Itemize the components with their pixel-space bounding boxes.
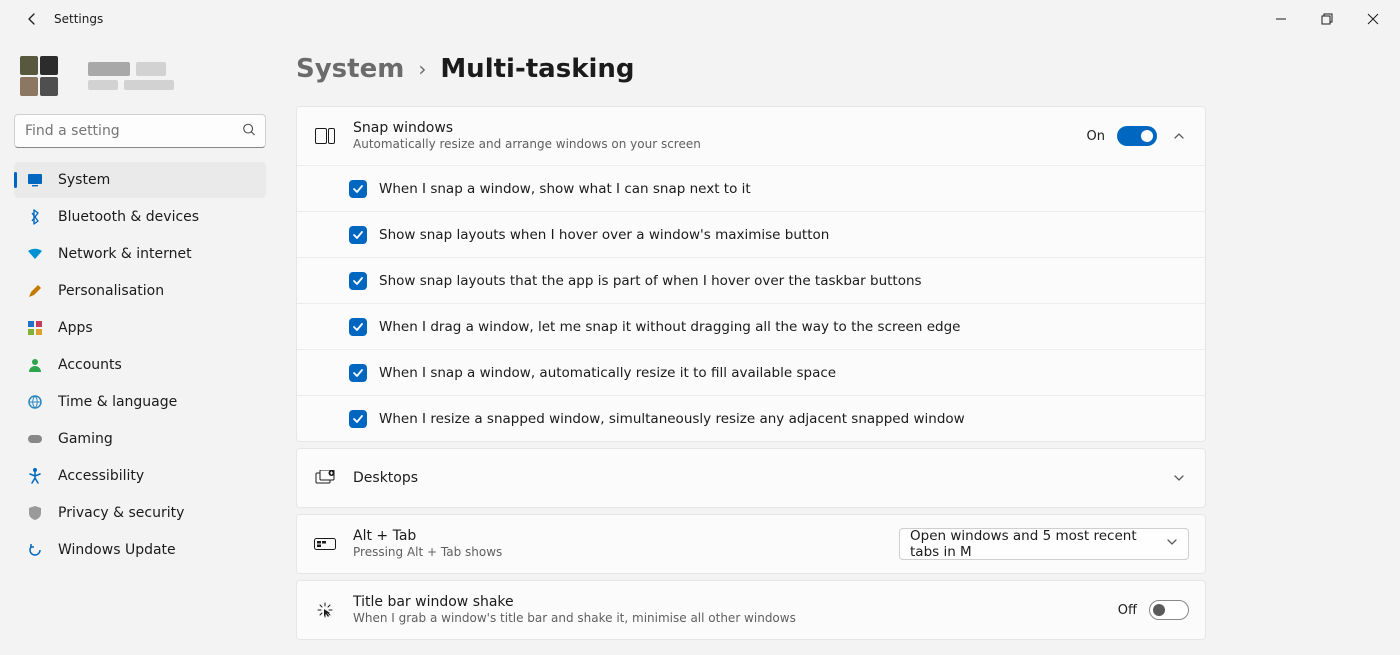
- search-input[interactable]: [14, 114, 266, 148]
- globe-icon: [26, 395, 44, 409]
- sidebar-item-label: Personalisation: [58, 283, 164, 299]
- alttab-card: Alt + Tab Pressing Alt + Tab shows Open …: [296, 514, 1206, 574]
- option-label: Show snap layouts when I hover over a wi…: [379, 227, 829, 243]
- sidebar-item-personalisation[interactable]: Personalisation: [14, 273, 266, 309]
- sidebar-item-network[interactable]: Network & internet: [14, 236, 266, 272]
- update-icon: [26, 543, 44, 557]
- alttab-icon: [313, 538, 337, 550]
- checkbox[interactable]: [349, 180, 367, 198]
- snap-toggle[interactable]: [1117, 126, 1157, 146]
- shake-toggle[interactable]: [1149, 600, 1189, 620]
- snap-option: When I resize a snapped window, simultan…: [297, 395, 1205, 441]
- sidebar-item-bluetooth[interactable]: Bluetooth & devices: [14, 199, 266, 235]
- snap-windows-header[interactable]: Snap windows Automatically resize and ar…: [297, 107, 1205, 165]
- option-label: When I snap a window, show what I can sn…: [379, 181, 751, 197]
- sidebar-item-label: Gaming: [58, 431, 113, 447]
- sidebar-item-label: Accessibility: [58, 468, 144, 484]
- sidebar-item-label: Apps: [58, 320, 93, 336]
- cursor-icon: [313, 601, 337, 619]
- desktops-title: Desktops: [353, 470, 1153, 486]
- back-button[interactable]: [16, 3, 48, 35]
- bluetooth-icon: [26, 209, 44, 225]
- chevron-up-icon[interactable]: [1169, 123, 1189, 150]
- accessibility-icon: [26, 468, 44, 484]
- option-label: Show snap layouts that the app is part o…: [379, 273, 922, 289]
- select-value: Open windows and 5 most recent tabs in M: [910, 528, 1166, 560]
- breadcrumb: System › Multi-tasking: [296, 54, 1376, 84]
- alttab-title: Alt + Tab: [353, 528, 883, 544]
- sidebar-item-apps[interactable]: Apps: [14, 310, 266, 346]
- main-content: System › Multi-tasking Snap windows Auto…: [280, 38, 1400, 655]
- checkbox[interactable]: [349, 318, 367, 336]
- sidebar-item-system[interactable]: System: [14, 162, 266, 198]
- sidebar-item-accounts[interactable]: Accounts: [14, 347, 266, 383]
- sidebar-item-time[interactable]: Time & language: [14, 384, 266, 420]
- option-label: When I drag a window, let me snap it wit…: [379, 319, 960, 335]
- breadcrumb-parent[interactable]: System: [296, 54, 404, 84]
- sidebar-item-accessibility[interactable]: Accessibility: [14, 458, 266, 494]
- paint-icon: [26, 283, 44, 299]
- app-title: Settings: [54, 12, 103, 26]
- person-icon: [26, 358, 44, 372]
- minimize-button[interactable]: [1258, 3, 1304, 35]
- search-icon: [242, 122, 256, 141]
- sidebar-item-privacy[interactable]: Privacy & security: [14, 495, 266, 531]
- sidebar-item-label: Accounts: [58, 357, 122, 373]
- sidebar-item-update[interactable]: Windows Update: [14, 532, 266, 568]
- shake-title: Title bar window shake: [353, 594, 1102, 610]
- sidebar-item-label: Windows Update: [58, 542, 176, 558]
- display-icon: [26, 173, 44, 187]
- checkbox[interactable]: [349, 272, 367, 290]
- sidebar-item-label: Network & internet: [58, 246, 192, 262]
- snap-icon: [313, 128, 337, 144]
- chevron-down-icon: [1166, 536, 1178, 552]
- sidebar-item-label: Privacy & security: [58, 505, 184, 521]
- gamepad-icon: [26, 433, 44, 445]
- sidebar: System Bluetooth & devices Network & int…: [0, 38, 280, 655]
- account-header[interactable]: [14, 50, 266, 114]
- wifi-icon: [26, 248, 44, 260]
- avatar: [20, 56, 76, 96]
- shake-card: Title bar window shake When I grab a win…: [296, 580, 1206, 640]
- snap-windows-card: Snap windows Automatically resize and ar…: [296, 106, 1206, 442]
- option-label: When I resize a snapped window, simultan…: [379, 411, 965, 427]
- alttab-subtitle: Pressing Alt + Tab shows: [353, 545, 883, 559]
- page-title: Multi-tasking: [440, 54, 634, 84]
- snap-option: When I drag a window, let me snap it wit…: [297, 303, 1205, 349]
- desktops-card[interactable]: Desktops: [296, 448, 1206, 508]
- snap-option: When I snap a window, show what I can sn…: [297, 165, 1205, 211]
- shield-icon: [26, 506, 44, 520]
- snap-subtitle: Automatically resize and arrange windows…: [353, 137, 1071, 151]
- maximize-button[interactable]: [1304, 3, 1350, 35]
- toggle-state-label: Off: [1118, 603, 1137, 618]
- alttab-select[interactable]: Open windows and 5 most recent tabs in M: [899, 528, 1189, 560]
- sidebar-item-label: Bluetooth & devices: [58, 209, 199, 225]
- checkbox[interactable]: [349, 364, 367, 382]
- snap-option: Show snap layouts when I hover over a wi…: [297, 211, 1205, 257]
- snap-title: Snap windows: [353, 120, 1071, 136]
- shake-subtitle: When I grab a window's title bar and sha…: [353, 611, 1102, 625]
- desktops-icon: [313, 470, 337, 486]
- chevron-down-icon[interactable]: [1169, 465, 1189, 492]
- sidebar-item-gaming[interactable]: Gaming: [14, 421, 266, 457]
- checkbox[interactable]: [349, 410, 367, 428]
- snap-option: When I snap a window, automatically resi…: [297, 349, 1205, 395]
- chevron-right-icon: ›: [418, 57, 426, 81]
- sidebar-item-label: Time & language: [58, 394, 177, 410]
- toggle-state-label: On: [1087, 129, 1105, 144]
- apps-icon: [26, 321, 44, 335]
- sidebar-item-label: System: [58, 172, 110, 188]
- option-label: When I snap a window, automatically resi…: [379, 365, 836, 381]
- close-button[interactable]: [1350, 3, 1396, 35]
- checkbox[interactable]: [349, 226, 367, 244]
- title-bar: Settings: [0, 0, 1400, 38]
- snap-option: Show snap layouts that the app is part o…: [297, 257, 1205, 303]
